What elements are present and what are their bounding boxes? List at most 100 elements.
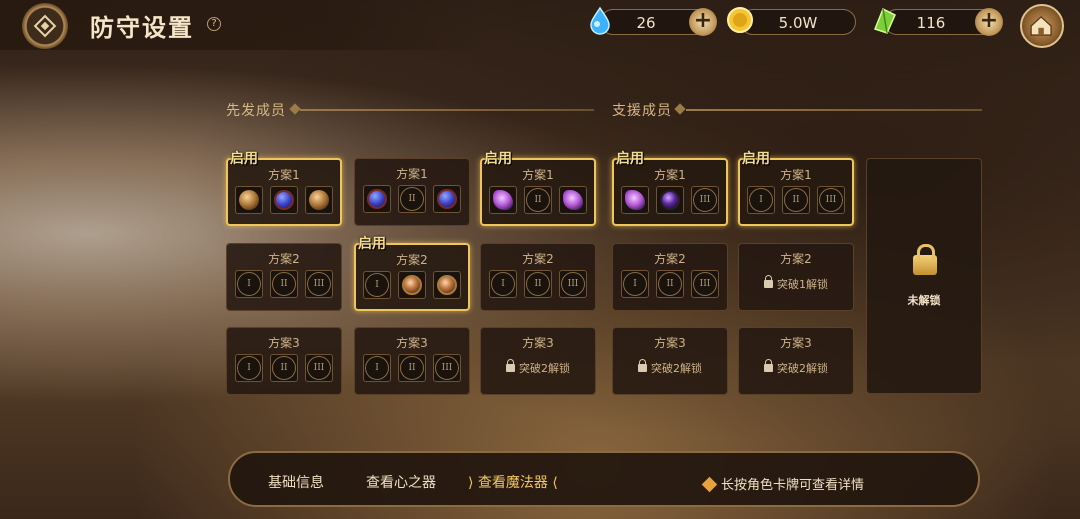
slot-number: II — [400, 356, 424, 380]
empty-slot[interactable]: II — [782, 186, 810, 214]
loadout-card[interactable]: 方案3 突破2解锁 — [480, 327, 596, 395]
blue-gem-icon — [367, 189, 387, 209]
small-lock-icon — [764, 275, 773, 288]
locked-slot-panel[interactable]: 未解锁 — [866, 158, 982, 394]
slot-number: III — [693, 272, 717, 296]
empty-slot[interactable]: III — [691, 270, 719, 298]
tab-magic-device[interactable]: ⟩ 查看魔法器 ⟨ — [468, 472, 558, 492]
add-water-button[interactable]: + — [689, 8, 717, 36]
resource-gold: 5.0W — [727, 7, 856, 35]
loadout-card[interactable]: 方案3 突破2解锁 — [612, 327, 728, 395]
empty-slot[interactable]: I — [621, 270, 649, 298]
purple-gem-icon — [625, 190, 645, 210]
empty-slot[interactable]: II — [398, 185, 426, 213]
loadout-card-name: 方案3 — [654, 336, 686, 350]
equipped-slot[interactable] — [270, 186, 298, 214]
loadout-card[interactable]: 方案2 I II III — [612, 243, 728, 311]
lock-icon — [913, 244, 937, 275]
loadout-card[interactable]: 方案2 I II III — [480, 243, 596, 311]
loadout-card[interactable]: 方案2 I II III — [226, 243, 342, 311]
small-lock-icon — [764, 359, 773, 372]
section-divider-line — [300, 109, 594, 111]
equipped-slot[interactable] — [235, 186, 263, 214]
slot-number: I — [237, 356, 261, 380]
empty-slot[interactable]: II — [524, 270, 552, 298]
purple-gem-icon — [493, 190, 513, 210]
empty-slot[interactable]: II — [398, 354, 426, 382]
bronze-gem-icon — [309, 190, 329, 210]
loadout-card-name: 方案2 — [780, 252, 812, 266]
loadout-card-name: 方案1 — [654, 168, 686, 182]
resource-gold-value: 5.0W — [778, 14, 818, 32]
equipped-slot[interactable] — [433, 185, 461, 213]
empty-slot[interactable]: III — [817, 186, 845, 214]
empty-slot[interactable]: II — [270, 270, 298, 298]
equipped-slot[interactable] — [305, 186, 333, 214]
equipped-slot[interactable] — [398, 271, 426, 299]
empty-slot[interactable]: I — [747, 186, 775, 214]
orb-gem-icon — [437, 275, 457, 295]
empty-slot[interactable]: III — [691, 186, 719, 214]
loadout-card-name: 方案3 — [268, 336, 300, 350]
section-support-title: 支援成员 — [612, 103, 672, 119]
empty-slot[interactable]: I — [489, 270, 517, 298]
tab-heart-device[interactable]: 查看心之器 — [366, 472, 436, 492]
empty-slot[interactable]: II — [524, 186, 552, 214]
empty-slot[interactable]: III — [305, 270, 333, 298]
empty-slot[interactable]: III — [305, 354, 333, 382]
loadout-card-name: 方案2 — [522, 252, 554, 266]
slot-number: II — [784, 188, 808, 212]
slot-number: II — [526, 272, 550, 296]
unlock-requirement: 突破2解锁 — [739, 359, 853, 376]
empty-slot[interactable]: I — [235, 354, 263, 382]
help-icon[interactable]: ? — [207, 17, 221, 31]
empty-slot[interactable]: I — [363, 354, 391, 382]
slot-number: III — [307, 356, 331, 380]
empty-slot[interactable]: III — [433, 354, 461, 382]
loadout-card[interactable]: 启用 方案2 I — [354, 236, 470, 311]
unlock-requirement: 突破2解锁 — [613, 359, 727, 376]
loadout-card[interactable]: 启用 方案1 III — [612, 151, 728, 226]
loadout-card[interactable]: 方案3 I II III — [226, 327, 342, 395]
empty-slot[interactable]: I — [363, 271, 391, 299]
empty-slot[interactable]: I — [235, 270, 263, 298]
tab-magic-device-label: 查看魔法器 — [477, 475, 548, 491]
equipment-slots: I — [356, 271, 468, 299]
unlock-requirement-text: 突破2解锁 — [651, 362, 702, 375]
slot-number: II — [400, 187, 424, 211]
resource-crystal-value: 116 — [916, 14, 946, 32]
slot-number: II — [658, 272, 682, 296]
loadout-card-name: 方案3 — [396, 336, 428, 350]
loadout-card[interactable]: 启用 方案1 II — [480, 151, 596, 226]
equipped-slot[interactable] — [489, 186, 517, 214]
home-button[interactable] — [1020, 4, 1064, 48]
back-button[interactable] — [22, 3, 68, 49]
equipped-slot[interactable] — [621, 186, 649, 214]
empty-slot[interactable]: II — [270, 354, 298, 382]
add-crystal-button[interactable]: + — [975, 8, 1003, 36]
empty-slot[interactable]: II — [656, 270, 684, 298]
slot-number: III — [435, 356, 459, 380]
equipped-slot[interactable] — [363, 185, 391, 213]
slot-number: II — [272, 272, 296, 296]
locked-label: 未解锁 — [907, 294, 941, 307]
equipped-slot[interactable] — [433, 271, 461, 299]
back-diamond-icon — [33, 14, 57, 38]
loadout-card[interactable]: 方案2 突破1解锁 — [738, 243, 854, 311]
slot-number: I — [237, 272, 261, 296]
bronze-gem-icon — [239, 190, 259, 210]
loadout-card[interactable]: 方案3 突破2解锁 — [738, 327, 854, 395]
equipped-slot[interactable] — [656, 186, 684, 214]
selected-arrow-left-icon: ⟩ — [468, 475, 478, 491]
equipment-slots: I II III — [227, 270, 341, 298]
equipment-slots: II — [355, 185, 469, 213]
loadout-card[interactable]: 启用 方案1 — [226, 151, 342, 226]
equipment-slots: III — [614, 186, 726, 214]
empty-slot[interactable]: III — [559, 270, 587, 298]
loadout-card[interactable]: 启用 方案1 I II III — [738, 151, 854, 226]
equipped-slot[interactable] — [559, 186, 587, 214]
hint-text-container: 长按角色卡牌可查看详情 — [701, 474, 864, 493]
loadout-card[interactable]: 方案1 II — [354, 158, 470, 226]
loadout-card[interactable]: 方案3 I II III — [354, 327, 470, 395]
tab-basic-info[interactable]: 基础信息 — [268, 472, 324, 492]
